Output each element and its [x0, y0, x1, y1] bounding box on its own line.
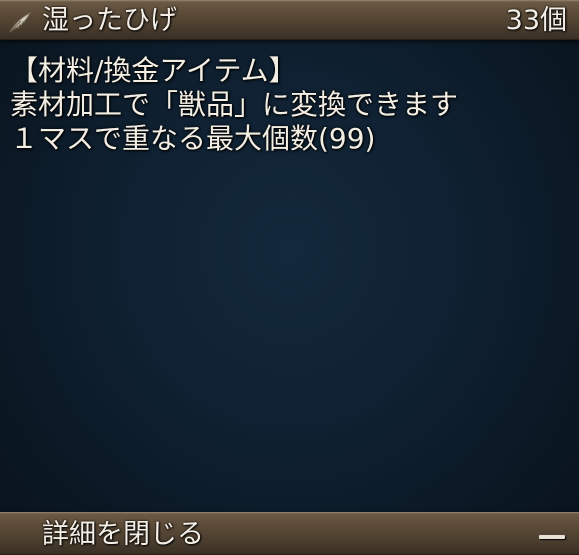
- minus-icon[interactable]: [539, 535, 565, 539]
- close-details-button[interactable]: 詳細を閉じる: [0, 512, 579, 555]
- close-details-label: 詳細を閉じる: [42, 519, 204, 550]
- description-line-category: 【材料/換金アイテム】: [10, 54, 297, 87]
- description-line-usage: 素材加工で「獣品」に変換できます: [10, 88, 459, 121]
- feather-icon: [7, 10, 33, 34]
- item-name: 湿ったひげ: [42, 5, 177, 36]
- item-count: 33個: [505, 5, 567, 36]
- item-title-bar: 湿ったひげ 33個: [0, 0, 579, 40]
- description-line-stack: １マスで重なる最大個数(99): [10, 122, 376, 155]
- item-detail-panel: 湿ったひげ 33個 【材料/換金アイテム】 素材加工で「獣品」に変換できます １…: [0, 0, 579, 555]
- item-description: 【材料/換金アイテム】 素材加工で「獣品」に変換できます １マスで重なる最大個数…: [10, 54, 570, 156]
